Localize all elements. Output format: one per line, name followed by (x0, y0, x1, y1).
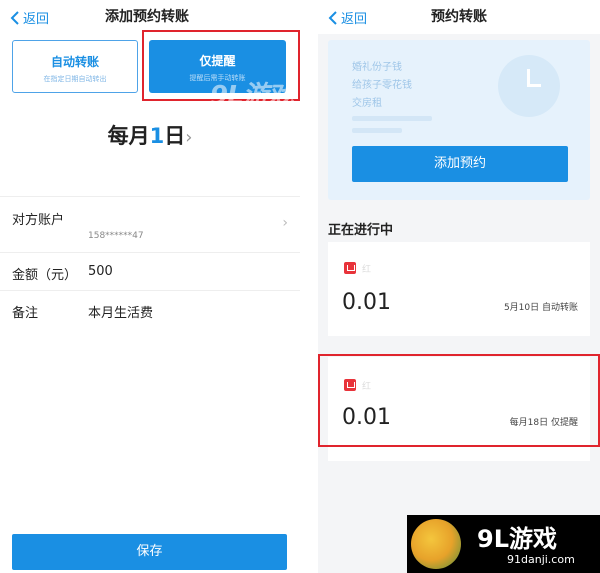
task-amount: 0.01 (342, 290, 391, 315)
site-logo: 9L游戏 91danji.com (407, 515, 600, 573)
back-label: 返回 (341, 12, 368, 27)
hero-placeholder-bar (352, 128, 402, 133)
transfer-form: 对方账户 158******47 › 金额（元） 500 备注 本月生活费 (0, 196, 300, 328)
hero-line: 交房租 (352, 98, 382, 109)
schedule-prefix: 每月 (107, 124, 150, 148)
scheduled-transfers-screen: 返回 预约转账 婚礼份子钱 给孩子零花钱 交房租 添加预约 正在进行中 红 0.… (318, 0, 600, 573)
chevron-right-icon: › (185, 127, 193, 148)
schedule-day: 1 (149, 124, 165, 148)
hero-line: 婚礼份子钱 (352, 62, 402, 73)
note-row[interactable]: 备注 本月生活费 (0, 290, 300, 328)
divider (300, 0, 318, 573)
hero-placeholder-bar (352, 116, 432, 121)
back-label: 返回 (23, 12, 50, 27)
account-label: 对方账户 (12, 213, 65, 228)
chevron-left-icon (10, 10, 19, 25)
amount-row[interactable]: 金额（元） 500 (0, 252, 300, 290)
account-value: 158******47 (88, 231, 144, 241)
task-name: 红 (362, 265, 372, 275)
amount-input[interactable]: 500 (88, 264, 113, 279)
mode-title: 自动转账 (50, 55, 99, 69)
back-button[interactable]: 返回 (328, 8, 367, 27)
page-title: 预约转账 (431, 9, 487, 25)
chevron-left-icon (328, 10, 337, 25)
logo-url: 91danji.com (507, 553, 575, 566)
hero-line: 给孩子零花钱 (352, 80, 412, 91)
page-title: 添加预约转账 (105, 9, 189, 25)
auto-transfer-option[interactable]: 自动转账 在指定日期自动转出 (12, 40, 138, 93)
back-button[interactable]: 返回 (10, 8, 49, 27)
nav-bar: 返回 预约转账 (318, 0, 600, 34)
save-button[interactable]: 保存 (12, 534, 287, 570)
chevron-right-icon: › (282, 215, 288, 231)
mode-subtitle: 在指定日期自动转出 (43, 75, 107, 83)
clock-icon (498, 55, 560, 117)
hero-banner: 婚礼份子钱 给孩子零花钱 交房租 添加预约 (328, 40, 590, 200)
section-title: 正在进行中 (328, 223, 394, 238)
add-schedule-button[interactable]: 添加预约 (352, 146, 568, 182)
red-envelope-icon (344, 262, 356, 274)
logo-emblem (411, 519, 461, 569)
note-label: 备注 (12, 306, 39, 321)
schedule-suffix: 日 (164, 124, 186, 148)
highlight-box (318, 354, 600, 447)
watermark: 9L游戏 (210, 81, 294, 111)
amount-label: 金额（元） (12, 268, 78, 283)
nav-bar: 返回 添加预约转账 (0, 0, 300, 34)
account-row[interactable]: 对方账户 158******47 › (0, 196, 300, 252)
logo-text: 9L游戏 (477, 525, 557, 553)
note-input[interactable]: 本月生活费 (88, 302, 153, 321)
schedule-date-selector[interactable]: 每月1日› (0, 120, 300, 150)
task-card[interactable]: 红 0.01 5月10日 自动转账 (328, 242, 590, 336)
task-schedule: 5月10日 自动转账 (503, 303, 578, 313)
